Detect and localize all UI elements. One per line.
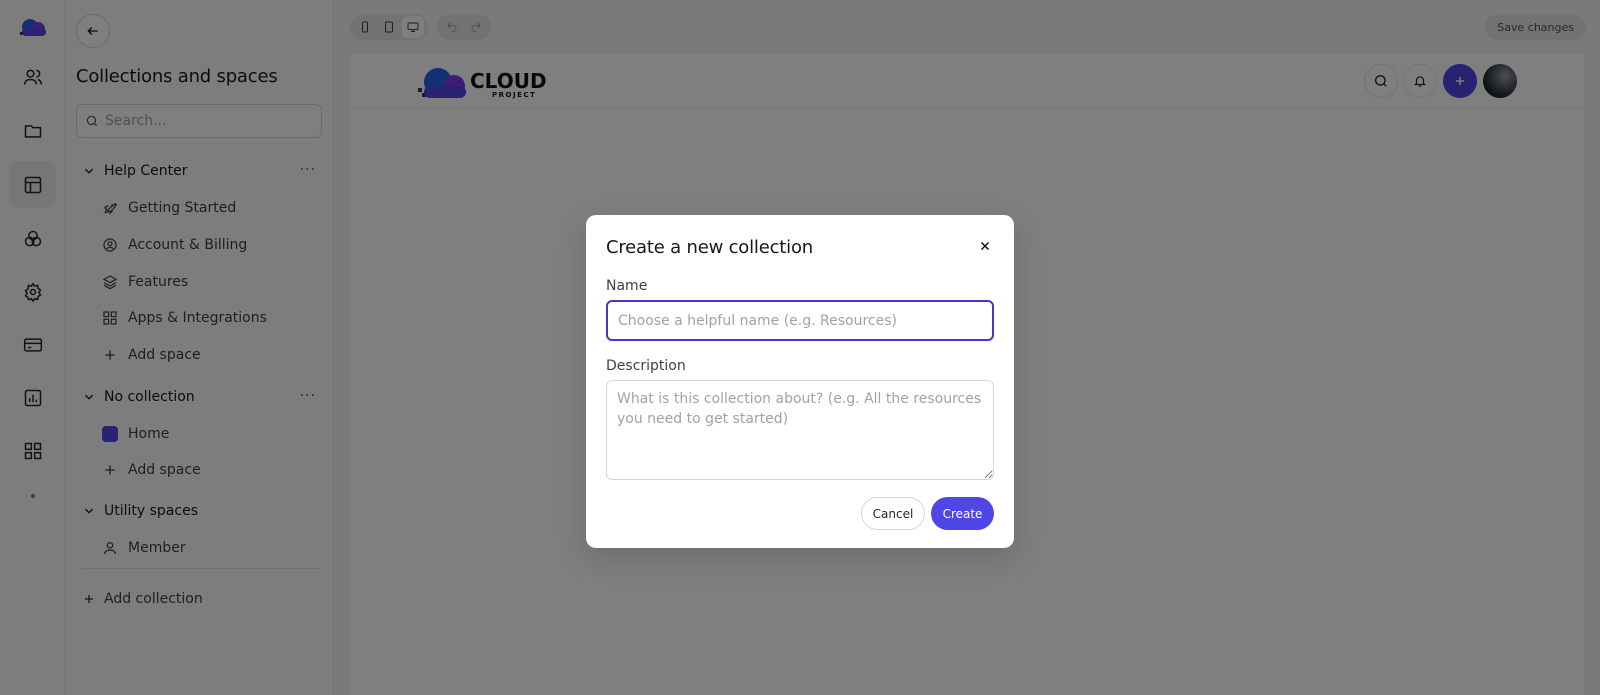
name-label: Name — [606, 278, 648, 294]
description-textarea[interactable] — [606, 380, 994, 480]
dialog-title: Create a new collection — [606, 237, 813, 258]
cancel-button[interactable]: Cancel — [861, 497, 925, 530]
description-label: Description — [606, 358, 686, 374]
close-button[interactable] — [976, 237, 994, 255]
close-icon — [980, 241, 990, 251]
create-collection-dialog: Create a new collection Name Description… — [586, 215, 1014, 548]
name-input[interactable] — [606, 300, 994, 341]
create-collection-button[interactable]: Create — [931, 497, 994, 530]
